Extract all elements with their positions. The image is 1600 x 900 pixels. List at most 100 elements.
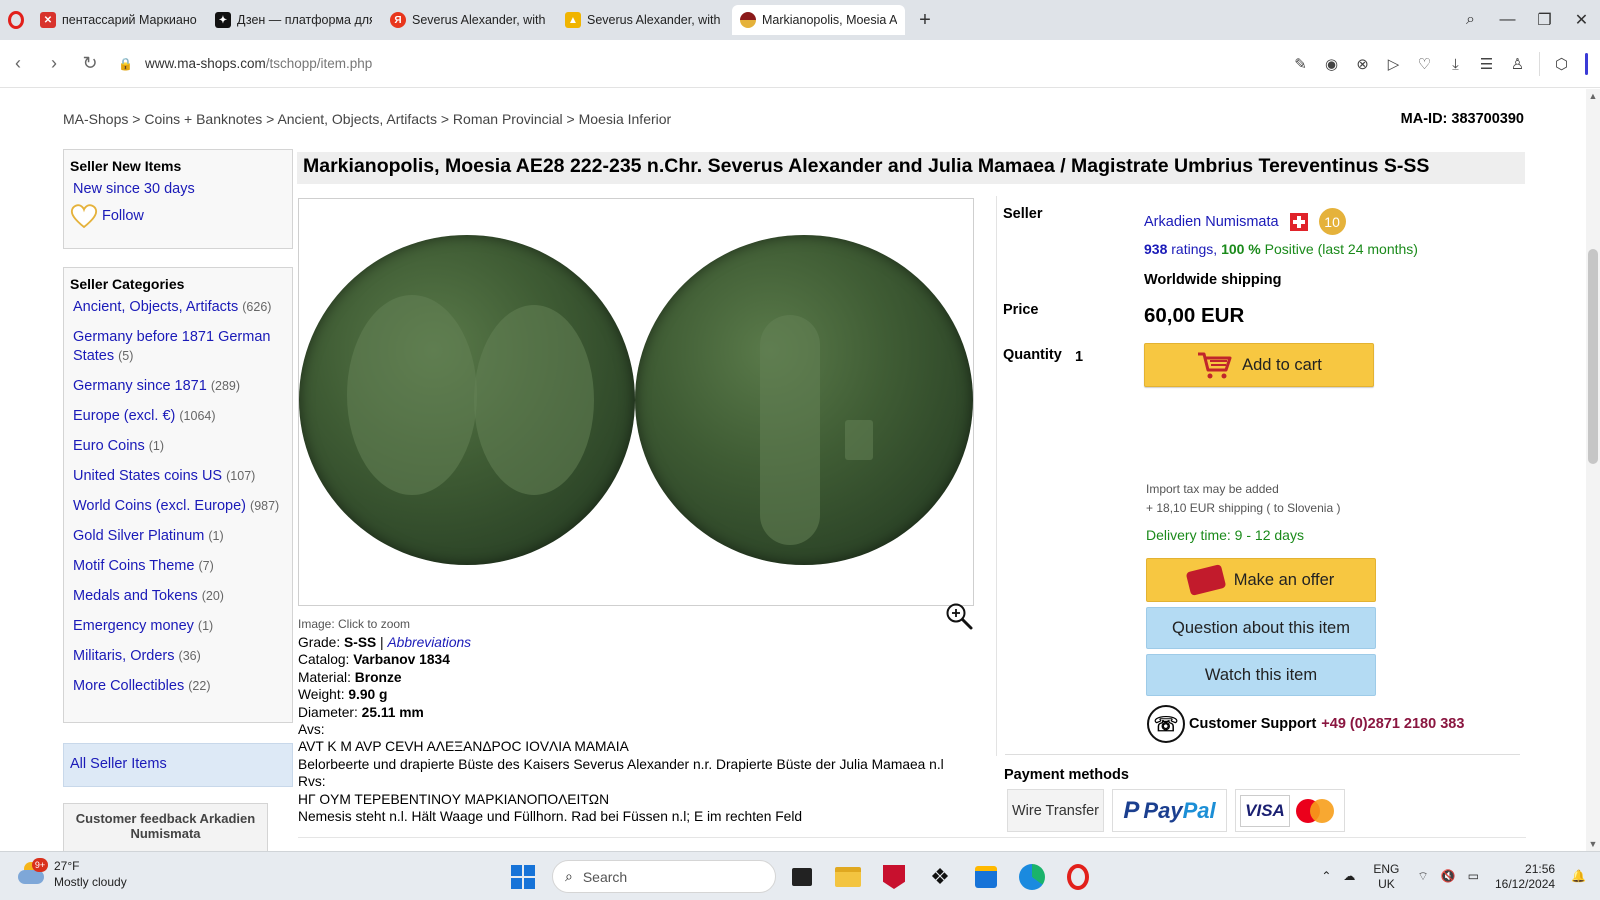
- camera-icon[interactable]: ◉: [1316, 49, 1347, 80]
- all-seller-items-link[interactable]: All Seller Items: [64, 744, 292, 784]
- seller-categories-box: Seller Categories Ancient, Objects, Arti…: [63, 267, 293, 723]
- dropbox-icon[interactable]: ❖: [924, 861, 956, 893]
- breadcrumb-link[interactable]: Roman Provincial: [453, 111, 563, 127]
- new-tab-button[interactable]: +: [913, 8, 937, 32]
- browser-tab-2[interactable]: Я Severus Alexander, with Ju: [382, 5, 555, 35]
- url-path: /tschopp/item.php: [265, 56, 373, 71]
- microsoft-store-icon[interactable]: [970, 861, 1002, 893]
- category-item[interactable]: Euro Coins (1): [73, 437, 283, 456]
- material-label: Material:: [298, 669, 355, 685]
- customer-feedback-box[interactable]: Customer feedback Arkadien Numismata: [63, 803, 268, 851]
- seller-row: Arkadien Numismata 10: [1144, 208, 1346, 235]
- scrollbar-thumb[interactable]: [1588, 249, 1598, 464]
- toolbar-divider: [1539, 52, 1540, 76]
- back-button[interactable]: ‹: [0, 46, 36, 82]
- opera-taskbar-icon[interactable]: [1062, 861, 1094, 893]
- make-offer-button[interactable]: Make an offer: [1146, 558, 1376, 602]
- edit-icon[interactable]: ✎: [1285, 49, 1316, 80]
- category-item[interactable]: Medals and Tokens (20): [73, 587, 283, 606]
- maximize-button[interactable]: ❐: [1526, 0, 1563, 40]
- category-item[interactable]: Ancient, Objects, Artifacts (626): [73, 298, 283, 317]
- reload-button[interactable]: ↻: [72, 46, 108, 82]
- seller-ratings[interactable]: 938 ratings, 100 % Positive (last 24 mon…: [1144, 241, 1418, 257]
- network-off-icon[interactable]: ☁: [1343, 869, 1355, 884]
- breadcrumb-link[interactable]: Moesia Inferior: [579, 111, 672, 127]
- battery-icon[interactable]: ▭: [1468, 869, 1479, 884]
- diameter-value: 25.11 mm: [361, 704, 424, 720]
- browser-toolbar: ✎ ◉ ⊗ ▷ ♡ ⤓ ☰ ♙ ⬡: [1285, 40, 1588, 88]
- breadcrumb-link[interactable]: Ancient, Objects, Artifacts: [277, 111, 437, 127]
- breadcrumb-link[interactable]: MA-Shops: [63, 111, 128, 127]
- minimize-button[interactable]: —: [1489, 0, 1526, 40]
- forward-button[interactable]: ›: [36, 46, 72, 82]
- category-item[interactable]: Militaris, Orders (36): [73, 647, 283, 666]
- weather-widget[interactable]: 9+ 27°F Mostly cloudy: [16, 858, 127, 890]
- tab-search-icon[interactable]: ⌕: [1452, 0, 1489, 40]
- category-item[interactable]: Germany since 1871 (289): [73, 377, 283, 396]
- heart-icon[interactable]: ♡: [1409, 49, 1440, 80]
- seller-name-link[interactable]: Arkadien Numismata: [1144, 214, 1279, 230]
- tray-overflow-icon[interactable]: ⌃: [1321, 869, 1331, 884]
- taskbar-search[interactable]: ⌕ Search: [552, 860, 776, 893]
- diameter-row: Diameter: 25.11 mm: [298, 704, 944, 721]
- category-item[interactable]: Emergency money (1): [73, 617, 283, 636]
- support-label: Customer Support: [1189, 716, 1317, 732]
- category-name: Germany before 1871 German States: [73, 329, 271, 364]
- new-since-30-days-link[interactable]: New since 30 days: [64, 174, 292, 197]
- download-icon[interactable]: ⤓: [1440, 49, 1471, 80]
- sidebar-toggle[interactable]: [1585, 53, 1588, 75]
- item-image[interactable]: [298, 198, 974, 606]
- file-explorer-icon[interactable]: [832, 861, 864, 893]
- close-window-button[interactable]: ✕: [1563, 0, 1600, 40]
- seller-label: Seller: [1003, 206, 1043, 222]
- catalog-row: Catalog: Varbanov 1834: [298, 651, 944, 668]
- mcafee-icon[interactable]: [878, 861, 910, 893]
- zoom-icon[interactable]: [944, 601, 974, 631]
- abbreviations-link[interactable]: Abbreviations: [387, 635, 471, 650]
- browser-tab-0[interactable]: ✕ пентассарий Маркиано: [32, 5, 205, 35]
- category-count: (289): [210, 379, 241, 393]
- category-item[interactable]: Gold Silver Platinum (1): [73, 527, 283, 546]
- opera-menu-button[interactable]: [0, 0, 32, 40]
- category-count: (22): [188, 679, 211, 693]
- browser-tab-active[interactable]: Markianopolis, Moesia AE: [732, 5, 905, 35]
- category-item[interactable]: United States coins US (107): [73, 467, 283, 486]
- adblock-icon[interactable]: ⊗: [1347, 49, 1378, 80]
- category-name: Europe (excl. €): [73, 408, 176, 424]
- edge-icon[interactable]: [1016, 861, 1048, 893]
- page-scrollbar[interactable]: ▲ ▼: [1586, 89, 1600, 851]
- task-view-icon[interactable]: [786, 861, 818, 893]
- follow-label[interactable]: Follow: [102, 208, 144, 224]
- scroll-up-arrow-icon[interactable]: ▲: [1588, 91, 1598, 101]
- extensions-icon[interactable]: ⬡: [1546, 49, 1577, 80]
- browser-tab-1[interactable]: ✦ Дзен — платформа для п: [207, 5, 380, 35]
- category-item[interactable]: Motif Coins Theme (7): [73, 557, 283, 576]
- opera-logo-icon: [8, 11, 24, 29]
- breadcrumb-link[interactable]: Coins + Banknotes: [144, 111, 262, 127]
- question-button[interactable]: Question about this item: [1146, 607, 1376, 649]
- volume-muted-icon[interactable]: 🔇: [1441, 869, 1456, 884]
- category-item[interactable]: More Collectibles (22): [73, 677, 283, 696]
- category-item[interactable]: Germany before 1871 German States (5): [73, 328, 283, 366]
- question-label: Question about this item: [1172, 618, 1350, 637]
- scroll-down-arrow-icon[interactable]: ▼: [1588, 839, 1598, 849]
- notification-bell-icon[interactable]: 🔔: [1571, 869, 1586, 884]
- weather-cloudy-icon: 9+: [16, 858, 48, 888]
- add-to-cart-button[interactable]: Add to cart: [1144, 343, 1374, 387]
- support-number[interactable]: +49 (0)2871 2180 383: [1321, 716, 1464, 732]
- start-button[interactable]: [511, 865, 535, 889]
- easy-setup-icon[interactable]: ☰: [1471, 49, 1502, 80]
- language-indicator[interactable]: ENG UK: [1373, 862, 1399, 892]
- play-icon[interactable]: ▷: [1378, 49, 1409, 80]
- url-field[interactable]: 🔒 www.ma-shops.com/tschopp/item.php: [118, 56, 372, 71]
- follow-button[interactable]: Follow: [64, 197, 292, 229]
- watch-item-button[interactable]: Watch this item: [1146, 654, 1376, 696]
- browser-tab-3[interactable]: ▲ Severus Alexander, with Ju: [557, 5, 730, 35]
- category-item[interactable]: World Coins (excl. Europe) (987): [73, 497, 283, 516]
- category-item[interactable]: Europe (excl. €) (1064): [73, 407, 283, 426]
- wifi-icon[interactable]: ⌔: [1417, 869, 1428, 884]
- clock[interactable]: 21:56 16/12/2024: [1495, 862, 1555, 892]
- catalog-value: Varbanov 1834: [353, 652, 450, 668]
- import-tax-note: Import tax may be added: [1146, 482, 1279, 496]
- profile-icon[interactable]: ♙: [1502, 49, 1533, 80]
